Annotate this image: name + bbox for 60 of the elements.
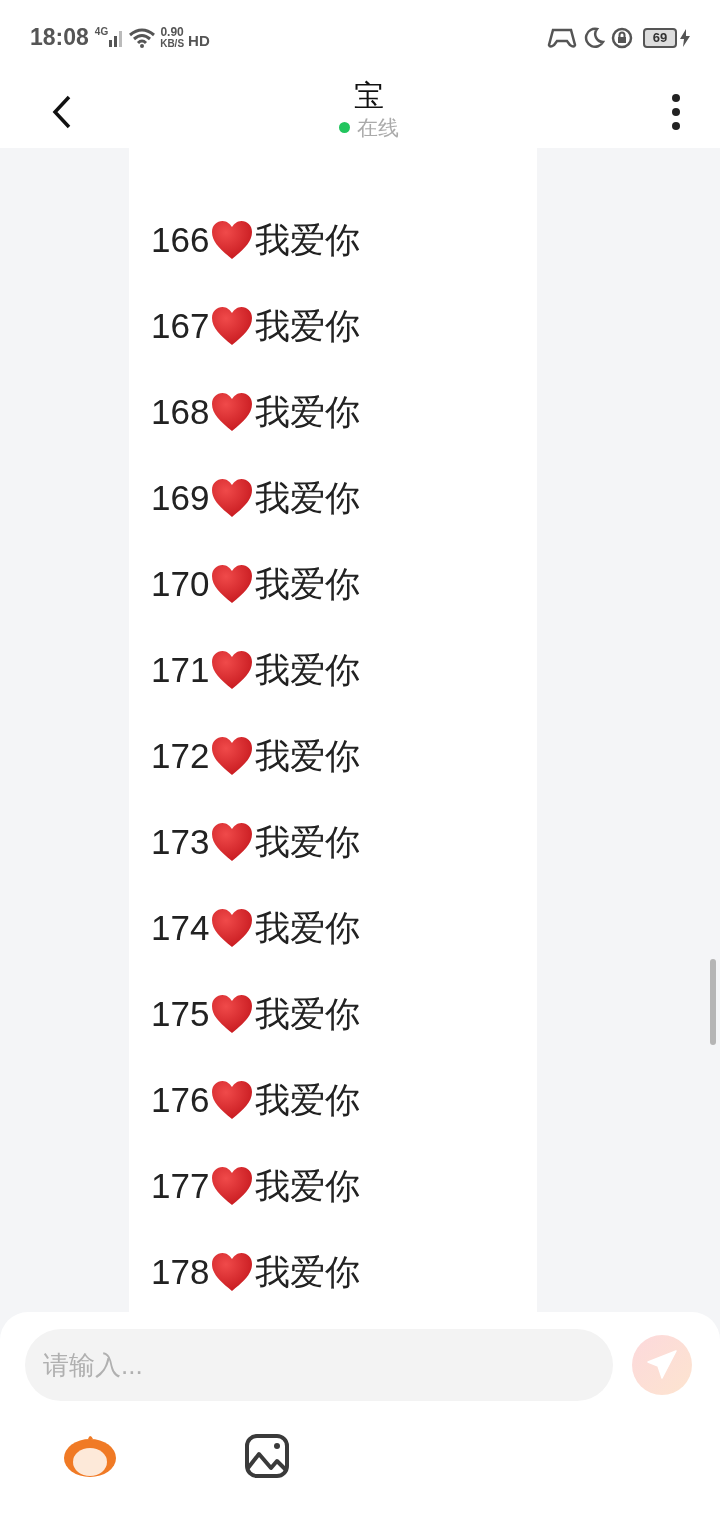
heart-icon	[210, 821, 255, 863]
message-number: 166	[151, 218, 210, 261]
chat-title: 宝	[354, 77, 384, 114]
send-icon	[646, 1349, 678, 1381]
image-icon	[245, 1434, 289, 1478]
heart-icon	[210, 735, 255, 777]
gamepad-icon	[547, 26, 577, 49]
message-number: 167	[151, 304, 210, 347]
hd-label: HD	[188, 31, 210, 52]
message-text: 我爱你	[255, 906, 361, 949]
heart-icon	[210, 391, 255, 433]
heart-icon	[210, 1079, 255, 1121]
message-number: 169	[151, 476, 210, 519]
heart-icon	[210, 907, 255, 949]
message-input[interactable]: 请输入...	[25, 1329, 613, 1401]
moon-icon	[583, 26, 605, 49]
message-number: 171	[151, 648, 210, 691]
heart-icon	[210, 1251, 255, 1293]
heart-icon	[210, 649, 255, 691]
message-number: 174	[151, 906, 210, 949]
heart-icon	[210, 305, 255, 347]
heart-icon	[210, 1165, 255, 1207]
battery: 69	[643, 27, 677, 48]
charging-icon	[680, 28, 690, 47]
message-text: 我爱你	[255, 1078, 361, 1121]
heart-icon	[210, 993, 255, 1035]
online-status: 在线	[357, 114, 399, 141]
sticker-icon	[62, 1433, 118, 1479]
wifi-icon	[129, 27, 156, 48]
message-text: 我爱你	[255, 476, 361, 519]
message-number: 170	[151, 562, 210, 605]
message-text: 我爱你	[255, 992, 361, 1035]
network-type: 4G	[94, 25, 109, 39]
heart-icon	[210, 563, 255, 605]
signal-icon	[109, 28, 124, 47]
message-number: 177	[151, 1164, 210, 1207]
message-number: 176	[151, 1078, 210, 1121]
more-icon	[671, 93, 681, 130]
message-text: 我爱你	[255, 734, 361, 777]
message-number: 173	[151, 820, 210, 863]
message-text: 我爱你	[255, 820, 361, 863]
speed-unit: KB/S	[160, 37, 185, 49]
speed-value: 0.90	[160, 26, 184, 38]
message-number: 175	[151, 992, 210, 1035]
rotation-lock-icon	[611, 26, 633, 49]
message-number: 178	[151, 1250, 210, 1293]
message-number: 172	[151, 734, 210, 777]
clock: 18:08	[30, 23, 89, 53]
message-text: 我爱你	[255, 1250, 361, 1293]
message-text: 我爱你	[255, 390, 361, 433]
message-text: 我爱你	[255, 1164, 361, 1207]
heart-icon	[210, 477, 255, 519]
message-number: 168	[151, 390, 210, 433]
image-button[interactable]	[242, 1431, 292, 1481]
message-text: 我爱你	[255, 562, 361, 605]
back-icon	[52, 94, 72, 129]
message-text: 我爱你	[255, 218, 361, 261]
message-text: 我爱你	[255, 648, 361, 691]
message-text: 我爱你	[255, 304, 361, 347]
heart-icon	[210, 219, 255, 261]
